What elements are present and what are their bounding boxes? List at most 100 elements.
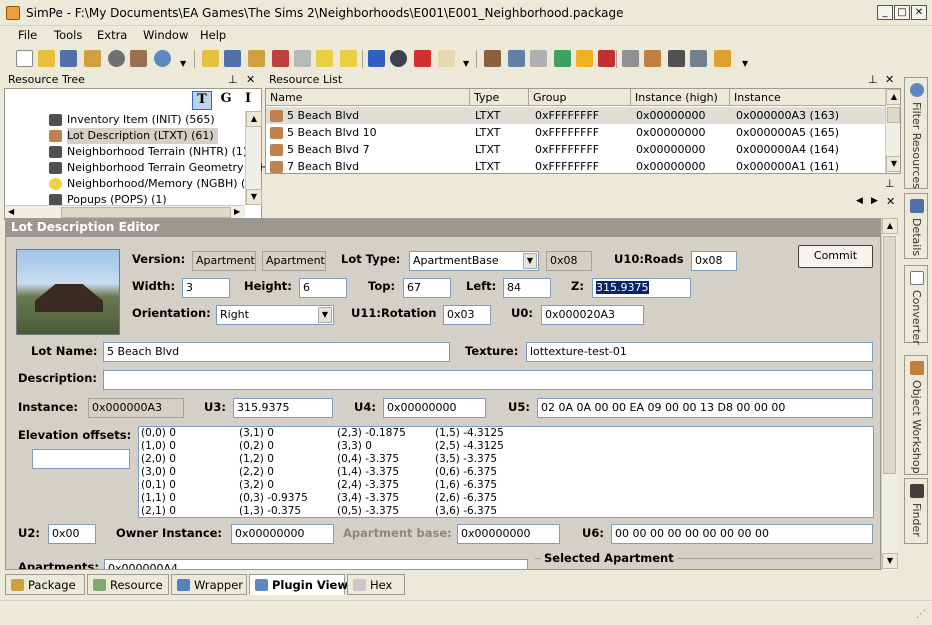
minimize-button[interactable]: _ (877, 5, 893, 20)
list-item[interactable]: (0,2) 0 (239, 440, 339, 453)
people-icon[interactable] (690, 50, 707, 67)
resource-list[interactable]: Name Type Group Instance (high) Instance… (265, 88, 901, 174)
pin-icon[interactable]: ⊥ (228, 73, 238, 86)
prev-doc-icon[interactable]: ◀ (856, 196, 863, 206)
u6-field[interactable]: 00 00 00 00 00 00 00 00 00 (611, 524, 873, 544)
note-list-icon[interactable] (340, 50, 357, 67)
scroll-up-icon[interactable]: ▲ (882, 218, 898, 234)
menu-window[interactable]: Window (143, 28, 188, 42)
list-item[interactable]: (1,6) -6.375 (435, 479, 535, 492)
document-icon[interactable] (508, 50, 525, 67)
list-item[interactable]: (3,4) -3.375 (337, 492, 437, 505)
version-field-2[interactable]: Apartment (262, 251, 326, 271)
tab-resource[interactable]: Resource (87, 574, 169, 595)
tree-icon[interactable] (554, 50, 571, 67)
open-icon[interactable] (38, 50, 55, 67)
menu-help[interactable]: Help (200, 28, 226, 42)
toolbar-overflow-icon[interactable]: ▼ (463, 59, 469, 68)
version-field-1[interactable]: Apartment (192, 251, 256, 271)
close-package-icon[interactable] (108, 50, 125, 67)
z-field[interactable]: 315.9375 (592, 278, 691, 298)
scroll-left-icon[interactable]: ◀ (8, 207, 14, 216)
tree-vertical-scrollbar[interactable]: ▲ ▼ (245, 111, 262, 205)
side-tab-finder[interactable]: Finder (904, 478, 928, 544)
side-tab-filter-resources[interactable]: Filter Resources (904, 77, 928, 189)
pin-icon[interactable]: ⊥ (885, 177, 895, 190)
close-panel-icon[interactable]: ✕ (246, 73, 255, 86)
column-header-instance[interactable]: Instance (730, 89, 886, 106)
save-as-icon[interactable] (84, 50, 101, 67)
scroll-thumb[interactable] (61, 207, 231, 218)
list-item[interactable]: (1,3) -0.375 (239, 505, 339, 517)
list-item[interactable]: (0,6) -6.375 (435, 466, 535, 479)
owner-instance-field[interactable]: 0x00000000 (231, 524, 334, 544)
delete-resource-icon[interactable] (272, 50, 289, 67)
maximize-button[interactable]: □ (894, 5, 910, 20)
menu-file[interactable]: File (18, 28, 37, 42)
u5-field[interactable]: 02 0A 0A 00 00 EA 09 00 00 13 D8 00 00 0… (537, 398, 873, 418)
close-button[interactable]: ✕ (911, 5, 927, 20)
resize-grip-icon[interactable]: ⋰ (916, 609, 926, 620)
filter-type-button[interactable]: T (192, 91, 212, 110)
apartment-base-field[interactable]: 0x00000000 (457, 524, 560, 544)
comment-icon[interactable] (294, 50, 311, 67)
description-field[interactable] (103, 370, 873, 390)
package-icon[interactable] (484, 50, 501, 67)
menu-tools[interactable]: Tools (54, 28, 82, 42)
pin-icon[interactable]: ⊥ (868, 73, 878, 86)
table-row-selected[interactable]: 5 Beach Blvd LTXT 0xFFFFFFFF 0x00000000 … (266, 107, 886, 124)
list-item[interactable]: (3,6) -6.375 (435, 505, 535, 517)
list-item[interactable]: (2,4) -3.375 (337, 479, 437, 492)
close-panel-icon[interactable]: ✕ (885, 73, 894, 86)
resource-tree[interactable]: T G I Inventory Item (INIT) (565) Lot De… (4, 88, 275, 220)
search-icon[interactable] (154, 50, 171, 67)
u3-field[interactable]: 315.9375 (233, 398, 333, 418)
refresh-icon[interactable] (368, 50, 385, 67)
u2-field[interactable]: 0x00 (48, 524, 96, 544)
column-header-type[interactable]: Type (470, 89, 529, 106)
scroll-down-icon[interactable]: ▼ (882, 553, 898, 569)
elevation-offsets-list[interactable]: (0,0) 0 (1,0) 0 (2,0) 0 (3,0) 0 (0,1) 0 … (138, 426, 874, 518)
list-vertical-scrollbar[interactable]: ▲ ▼ (885, 89, 900, 173)
height-field[interactable]: 6 (299, 278, 347, 298)
new-icon[interactable] (16, 50, 33, 67)
scroll-up-icon[interactable]: ▲ (886, 89, 900, 105)
side-tab-converter[interactable]: Converter (904, 265, 928, 345)
list-item[interactable]: (0,5) -3.375 (337, 505, 437, 517)
star-icon[interactable] (576, 50, 593, 67)
toolbar-overflow-icon[interactable]: ▼ (180, 59, 186, 68)
close-doc-icon[interactable]: ✕ (886, 195, 895, 208)
toolbar-overflow-icon[interactable]: ▼ (742, 59, 748, 68)
side-tab-object-workshop[interactable]: Object Workshop (904, 355, 928, 475)
list-item[interactable]: (2,6) -6.375 (435, 492, 535, 505)
tree-item-selected[interactable]: Lot Description (LTXT) (61) (49, 128, 218, 144)
width-field[interactable]: 3 (182, 278, 230, 298)
tab-hex[interactable]: Hex (347, 574, 405, 595)
list-item[interactable]: (2,3) -0.1875 (337, 427, 437, 440)
wizard-icon[interactable] (644, 50, 661, 67)
bomb-icon[interactable] (390, 50, 407, 67)
column-header-name[interactable]: Name (266, 89, 470, 106)
list-item[interactable]: (3,0) 0 (141, 466, 241, 479)
u4-field[interactable]: 0x00000000 (383, 398, 486, 418)
tab-plugin-view[interactable]: Plugin View (249, 574, 348, 595)
scroll-down-icon[interactable]: ▼ (886, 156, 900, 172)
save-icon[interactable] (60, 50, 77, 67)
list-item[interactable]: (3,3) 0 (337, 440, 437, 453)
cross-icon[interactable] (414, 50, 431, 67)
list-item[interactable]: (1,5) -4.3125 (435, 427, 535, 440)
note-icon[interactable] (316, 50, 333, 67)
camera-icon[interactable] (668, 50, 685, 67)
chevron-down-icon[interactable]: ▼ (318, 307, 332, 323)
column-header-instance-high[interactable]: Instance (high) (631, 89, 730, 106)
user-lock-icon[interactable] (714, 50, 731, 67)
table-row[interactable]: 5 Beach Blvd 10 LTXT 0xFFFFFFFF 0x000000… (266, 124, 886, 141)
scroll-up-icon[interactable]: ▲ (246, 111, 262, 127)
menu-extra[interactable]: Extra (97, 28, 127, 42)
tree-item[interactable]: Neighborhood Terrain Geometry (NHT (49, 160, 275, 176)
lot-type-select[interactable]: ApartmentBase ▼ (409, 251, 539, 271)
texture-field[interactable]: lottexture-test-01 (526, 342, 873, 362)
list-item[interactable]: (3,2) 0 (239, 479, 339, 492)
top-field[interactable]: 67 (403, 278, 451, 298)
list-item[interactable]: (2,2) 0 (239, 466, 339, 479)
